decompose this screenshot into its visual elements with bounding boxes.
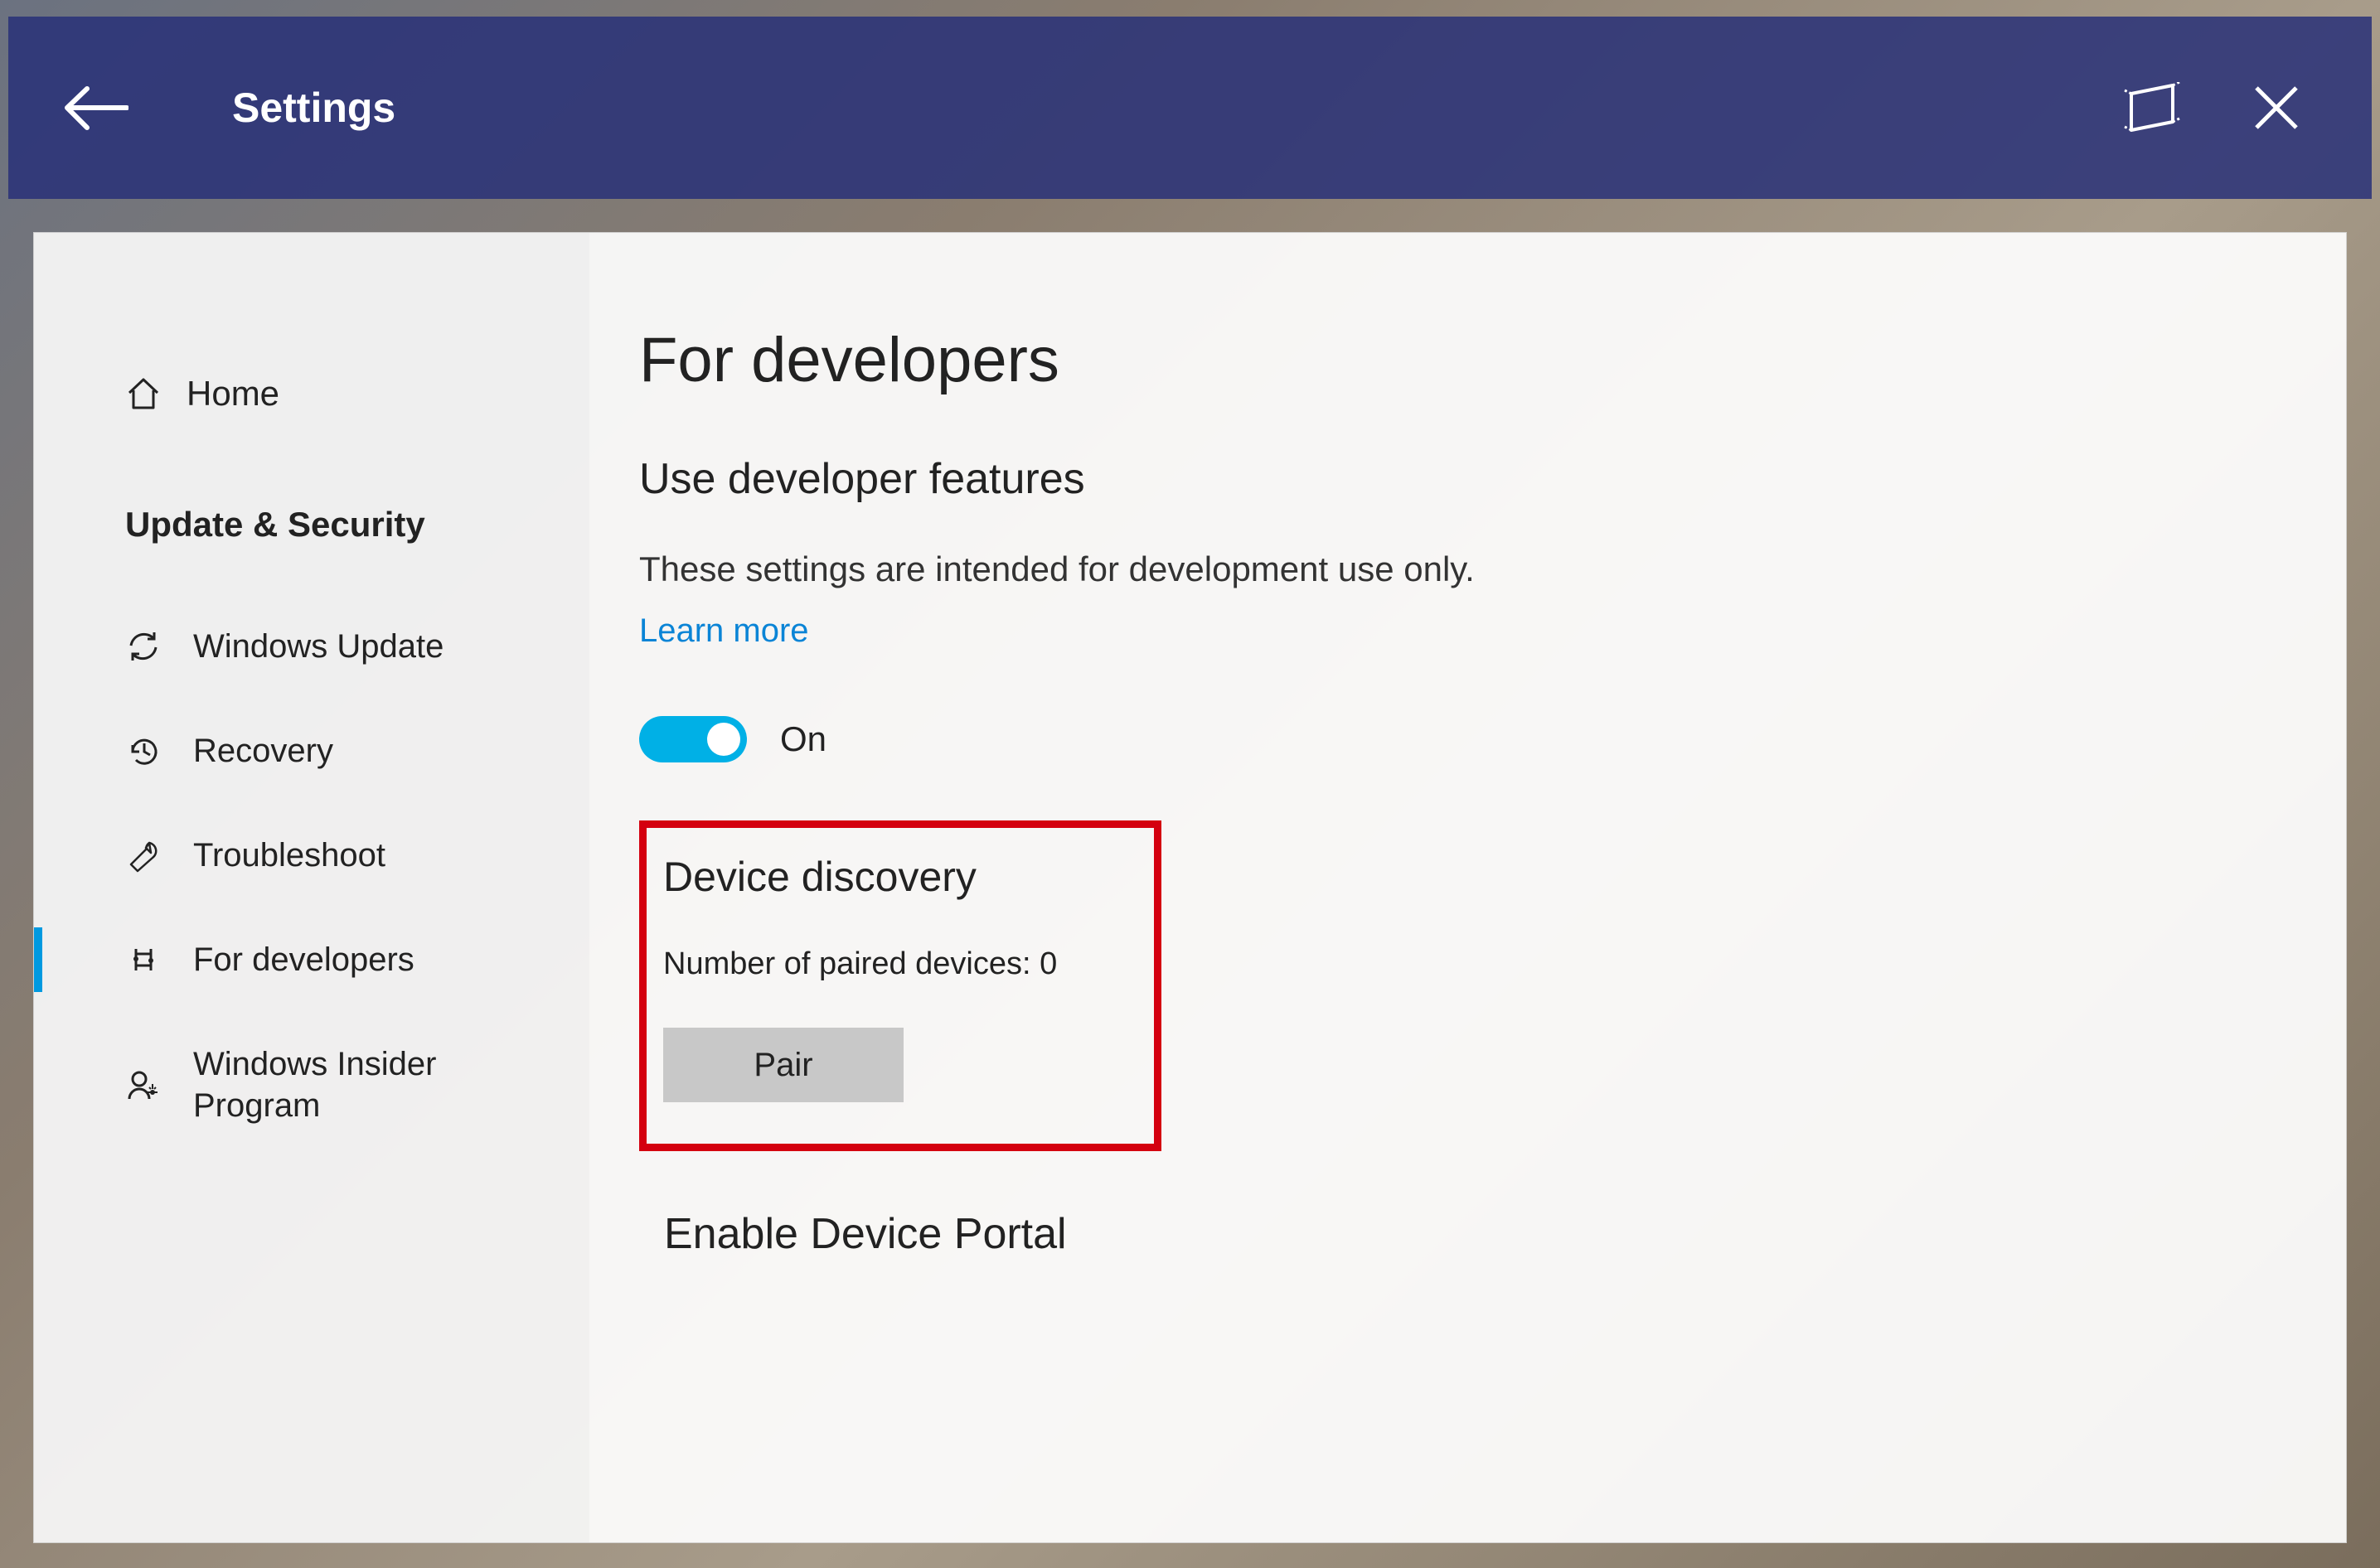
follow-me-icon: [2120, 82, 2184, 133]
sidebar-item-recovery[interactable]: Recovery: [92, 699, 589, 803]
pair-button[interactable]: Pair: [663, 1028, 904, 1102]
titlebar: Settings: [8, 17, 2372, 199]
window-title: Settings: [232, 84, 395, 132]
close-icon: [2253, 85, 2300, 131]
page-title: For developers: [639, 324, 2271, 396]
dev-features-toggle[interactable]: [639, 716, 747, 762]
sidebar-home[interactable]: Home: [92, 357, 589, 447]
sidebar-item-for-developers[interactable]: For developers: [92, 907, 589, 1012]
content-area: For developers Use developer features Th…: [589, 233, 2346, 1542]
sidebar-item-troubleshoot[interactable]: Troubleshoot: [92, 803, 589, 907]
wrench-icon: [125, 837, 162, 874]
sidebar-section-label: Update & Security: [92, 447, 589, 594]
sidebar-item-label: Windows Update: [193, 626, 589, 667]
enable-device-portal-heading: Enable Device Portal: [664, 1209, 2271, 1259]
dev-icon: [125, 941, 162, 978]
paired-devices-count: Number of paired devices: 0: [663, 946, 1137, 982]
back-button[interactable]: [58, 70, 133, 145]
history-icon: [125, 733, 162, 769]
toggle-knob: [707, 723, 740, 756]
learn-more-link[interactable]: Learn more: [639, 612, 809, 650]
home-icon: [125, 375, 162, 412]
dev-features-toggle-row: On: [639, 716, 2271, 762]
device-discovery-section: Device discovery Number of paired device…: [639, 820, 1161, 1151]
close-button[interactable]: [2231, 62, 2322, 153]
toggle-state-label: On: [780, 719, 826, 759]
sidebar-item-windows-update[interactable]: Windows Update: [92, 594, 589, 699]
back-arrow-icon: [62, 85, 128, 131]
follow-me-button[interactable]: [2106, 62, 2198, 153]
sidebar-home-label: Home: [187, 374, 279, 414]
sidebar-item-windows-insider[interactable]: Windows Insider Program: [92, 1012, 589, 1158]
sidebar-item-label: Recovery: [193, 730, 589, 772]
sidebar-item-label: Troubleshoot: [193, 835, 589, 876]
device-discovery-heading: Device discovery: [663, 853, 1137, 901]
insider-icon: [125, 1067, 162, 1103]
sidebar-item-label: Windows Insider Program: [193, 1043, 589, 1126]
settings-window: Home Update & Security Windows Update Re…: [33, 232, 2347, 1543]
dev-description: These settings are intended for developm…: [639, 549, 2271, 589]
use-dev-features-heading: Use developer features: [639, 454, 2271, 504]
sync-icon: [125, 628, 162, 665]
sidebar-item-label: For developers: [193, 939, 589, 980]
sidebar: Home Update & Security Windows Update Re…: [34, 233, 589, 1542]
